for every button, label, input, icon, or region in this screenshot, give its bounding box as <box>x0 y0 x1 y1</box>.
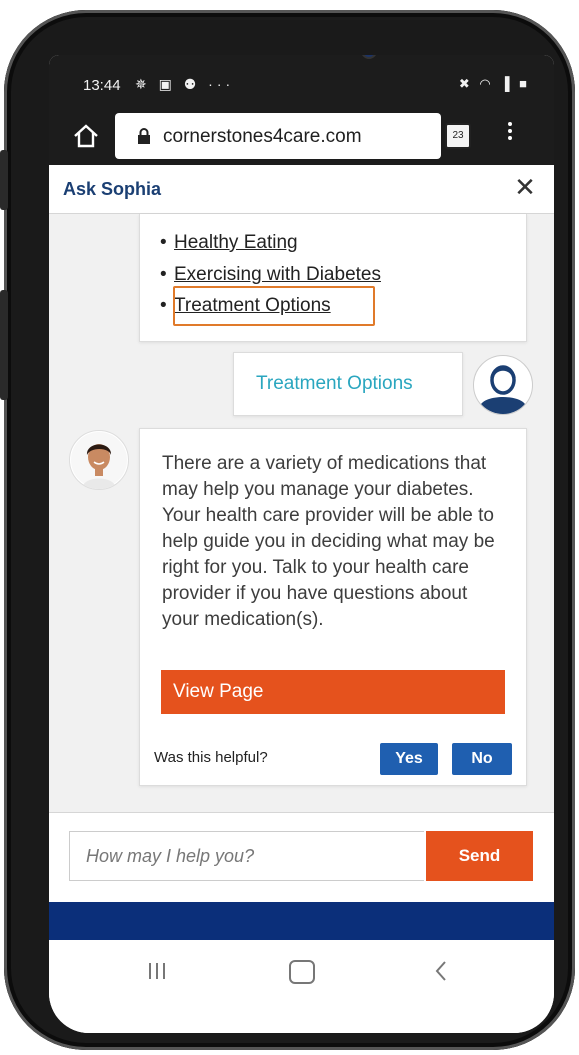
back-icon[interactable] <box>433 960 449 982</box>
home-icon[interactable] <box>71 121 101 151</box>
chat-title: Ask Sophia <box>63 179 162 199</box>
link-healthy-eating[interactable]: Healthy Eating <box>174 232 298 253</box>
status-system-icons: ✖ ◠ ▐ ■ <box>458 76 530 91</box>
lock-icon <box>138 128 150 144</box>
status-bar: 13:44 ✵ ▣ ⚉ ··· ✖ ◠ ▐ ■ <box>49 55 554 107</box>
status-time: 13:44 <box>83 77 121 94</box>
chat-header: Ask Sophia ✕ <box>49 165 554 214</box>
close-icon[interactable]: ✕ <box>513 173 537 201</box>
recent-apps-icon[interactable] <box>147 962 167 980</box>
bot-links-message: • Healthy Eating • Exercising with Diabete… <box>139 214 527 342</box>
list-item: • Healthy Eating <box>160 232 298 254</box>
footer-bar <box>49 902 554 940</box>
browser-toolbar: cornerstones4care.com 23 <box>49 107 554 165</box>
more-vert-icon[interactable] <box>505 119 515 149</box>
helpful-question: Was this helpful? <box>154 749 268 766</box>
home-nav-icon[interactable] <box>289 960 315 984</box>
status-notification-icons: ✵ ▣ ⚉ ··· <box>135 76 235 92</box>
user-message: Treatment Options <box>233 352 463 416</box>
bullet: • <box>160 264 167 285</box>
bot-avatar-icon <box>69 430 129 490</box>
phone-side-button <box>0 150 8 210</box>
yes-button[interactable]: Yes <box>380 743 438 775</box>
link-exercising-with-diabetes[interactable]: Exercising with Diabetes <box>174 264 381 285</box>
android-nav-bar <box>49 940 554 1033</box>
phone-volume-button <box>0 290 8 400</box>
send-button[interactable]: Send <box>426 831 533 881</box>
no-button[interactable]: No <box>452 743 512 775</box>
link-highlight-box <box>173 286 375 326</box>
bullet: • <box>160 232 167 253</box>
chat-input-row: Send <box>49 812 554 903</box>
message-input[interactable] <box>69 831 424 881</box>
phone-screen: 13:44 ✵ ▣ ⚉ ··· ✖ ◠ ▐ ■ cornerstones4car… <box>49 55 554 1033</box>
view-page-button[interactable]: View Page <box>161 670 505 714</box>
url-bar[interactable]: cornerstones4care.com 23 <box>115 113 471 159</box>
list-item: • Exercising with Diabetes <box>160 264 381 286</box>
url-text: cornerstones4care.com <box>163 126 362 147</box>
user-avatar-icon <box>473 355 533 415</box>
bot-message-text: There are a variety of medications that … <box>162 453 495 630</box>
tabs-icon[interactable]: 23 <box>445 123 471 149</box>
bullet: • <box>160 295 167 316</box>
chat-messages: • Healthy Eating • Exercising with Diabete… <box>49 214 554 812</box>
user-message-text: Treatment Options <box>256 373 413 394</box>
front-camera <box>361 55 377 59</box>
bot-response-message: There are a variety of medications that … <box>139 428 527 786</box>
